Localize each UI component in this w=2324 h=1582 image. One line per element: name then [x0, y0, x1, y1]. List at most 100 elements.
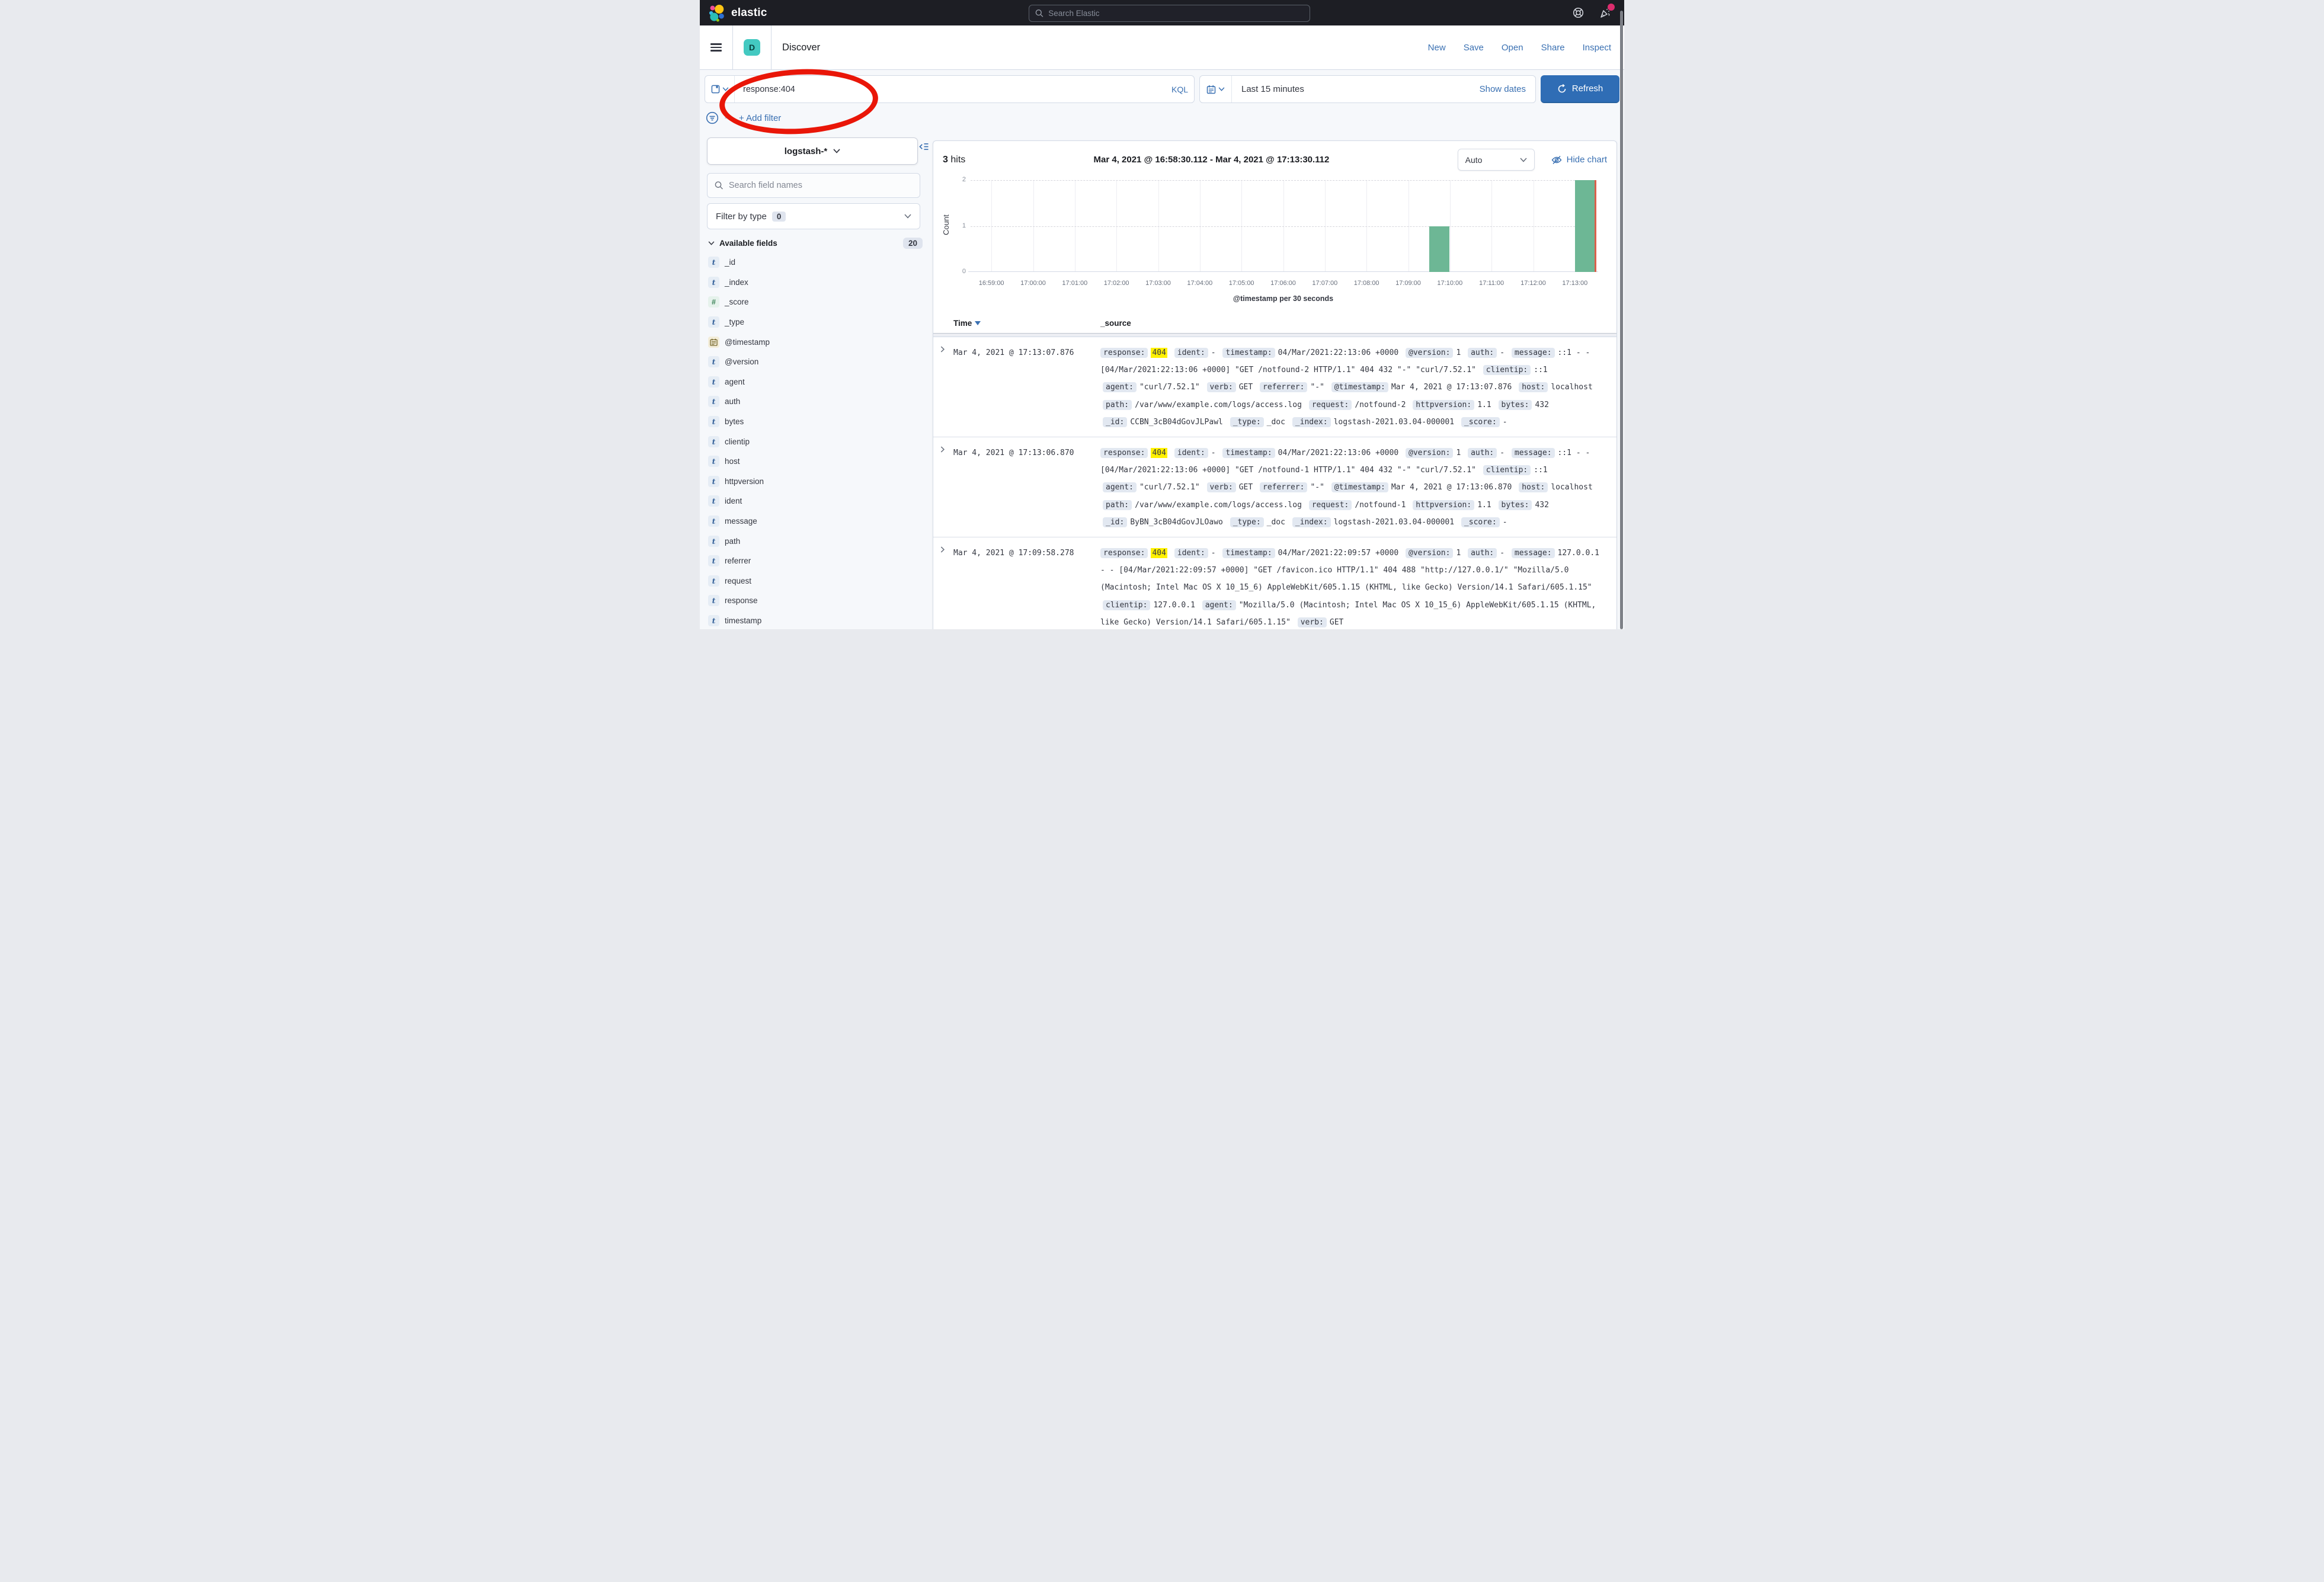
elastic-logo[interactable]: elastic [708, 4, 767, 22]
time-range-button[interactable]: Last 15 minutes [1232, 76, 1470, 103]
filter-icon[interactable] [706, 111, 719, 124]
field-item-_index[interactable]: t _index [708, 273, 931, 293]
source-column-header: _source [1100, 319, 1607, 328]
expand-row-icon[interactable] [939, 344, 953, 431]
field-item-response[interactable]: tresponse [708, 591, 931, 611]
source-field-badge: _score: [1461, 517, 1500, 527]
date-quick-menu-button[interactable] [1200, 76, 1232, 103]
field-name: timestamp [725, 616, 761, 625]
histogram-bar[interactable] [1429, 226, 1449, 273]
collapse-sidebar-icon[interactable] [919, 142, 929, 151]
saved-query-menu-button[interactable] [705, 76, 735, 103]
source-field-badge: verb: [1207, 482, 1236, 492]
histogram-plot[interactable]: 16:59:0017:00:0017:01:0017:02:0017:03:00… [971, 180, 1596, 272]
show-dates-button[interactable]: Show dates [1470, 76, 1535, 103]
scrollbar-thumb[interactable] [1620, 11, 1623, 629]
x-tick-label: 17:10:00 [1429, 280, 1471, 287]
field-item-referrer[interactable]: treferrer [708, 551, 931, 571]
field-item-_score[interactable]: #_score [708, 292, 931, 312]
global-search-input[interactable] [1048, 9, 1304, 18]
hits-count: 3 hits [943, 155, 965, 165]
source-field-badge: ident: [1174, 448, 1208, 458]
interval-select[interactable]: Auto [1458, 149, 1535, 171]
histogram-chart: Count 16:59:0017:00:0017:01:0017:02:0017… [943, 174, 1607, 309]
chevron-down-icon [722, 87, 729, 91]
open-button[interactable]: Open [1502, 43, 1523, 53]
field-search-box[interactable] [707, 173, 920, 198]
source-field-badge: agent: [1103, 482, 1137, 492]
app-badge-wrap[interactable]: D [733, 25, 772, 69]
expand-row-icon[interactable] [939, 444, 953, 531]
newsfeed-icon[interactable] [1599, 7, 1611, 19]
highlighted-value: 404 [1151, 548, 1167, 558]
source-field-badge: request: [1309, 400, 1352, 410]
refresh-button[interactable]: Refresh [1541, 75, 1619, 103]
hide-chart-button[interactable]: Hide chart [1551, 155, 1607, 165]
source-field-badge: _index: [1292, 517, 1331, 527]
x-tick-label: 17:09:00 [1388, 280, 1429, 287]
share-button[interactable]: Share [1541, 43, 1565, 53]
inspect-button[interactable]: Inspect [1583, 43, 1611, 53]
field-name: message [725, 517, 757, 526]
expand-row-icon[interactable] [939, 545, 953, 629]
x-tick-label: 17:07:00 [1304, 280, 1346, 287]
field-name: _index [725, 278, 748, 287]
doc-timestamp: Mar 4, 2021 @ 17:13:07.876 [953, 344, 1100, 431]
field-type-string-icon: t [708, 555, 719, 566]
nav-menu[interactable] [700, 25, 733, 69]
query-language-button[interactable]: KQL [1166, 76, 1194, 103]
filter-bar: + Add filter [700, 103, 1624, 126]
source-field-badge: auth: [1468, 348, 1497, 358]
histogram-bar[interactable] [1575, 180, 1595, 272]
saved-query-icon [711, 85, 720, 94]
field-search-input[interactable] [729, 181, 913, 190]
x-tick-label: 17:03:00 [1138, 280, 1179, 287]
field-item-path[interactable]: tpath [708, 531, 931, 551]
field-item-request[interactable]: trequest [708, 571, 931, 591]
available-fields-toggle[interactable]: Available fields 20 [708, 238, 923, 249]
new-button[interactable]: New [1428, 43, 1446, 53]
field-item-auth[interactable]: tauth [708, 392, 931, 412]
add-filter-button[interactable]: + Add filter [739, 113, 781, 123]
field-item-agent[interactable]: tagent [708, 372, 931, 392]
time-column-header[interactable]: Time [953, 319, 1100, 328]
source-field-badge: verb: [1207, 382, 1236, 392]
field-item-bytes[interactable]: tbytes [708, 412, 931, 432]
field-item-@timestamp[interactable]: @timestamp [708, 332, 931, 352]
field-item-_type[interactable]: t_type [708, 312, 931, 332]
field-name: @timestamp [725, 338, 770, 347]
query-input[interactable] [743, 85, 1157, 94]
source-field-badge: host: [1519, 382, 1548, 392]
field-item-clientip[interactable]: tclientip [708, 431, 931, 451]
table-row: Mar 4, 2021 @ 17:09:58.278response:404 i… [933, 537, 1616, 629]
source-field-badge: @version: [1406, 548, 1453, 558]
source-field-badge: message: [1512, 548, 1555, 558]
global-search-box[interactable] [1029, 5, 1310, 22]
doc-timestamp: Mar 4, 2021 @ 17:13:06.870 [953, 444, 1100, 531]
field-item-_id[interactable]: t_id [708, 252, 931, 273]
field-item-host[interactable]: thost [708, 451, 931, 472]
table-row: Mar 4, 2021 @ 17:13:07.876response:404 i… [933, 337, 1616, 437]
save-button[interactable]: Save [1464, 43, 1484, 53]
elastic-logo-icon [708, 4, 726, 22]
field-item-timestamp[interactable]: ttimestamp [708, 611, 931, 629]
source-field-badge: _id: [1103, 417, 1127, 427]
field-type-string-icon: t [708, 536, 719, 547]
x-tick-label: 17:13:00 [1554, 280, 1596, 287]
source-field-badge: ident: [1174, 548, 1208, 558]
x-tick-label: 17:12:00 [1513, 280, 1554, 287]
query-input-group: KQL [705, 75, 1195, 103]
field-name: ident [725, 497, 742, 505]
field-type-string-icon: t [708, 416, 719, 427]
help-icon[interactable] [1572, 7, 1584, 19]
index-pattern-selector[interactable]: logstash-* [707, 137, 918, 165]
field-item-httpversion[interactable]: thttpversion [708, 472, 931, 492]
filter-by-type-dropdown[interactable]: Filter by type 0 [707, 203, 920, 229]
x-tick-label: 17:04:00 [1179, 280, 1221, 287]
field-item-ident[interactable]: tident [708, 491, 931, 511]
field-item-@version[interactable]: t@version [708, 352, 931, 372]
field-type-string-icon: t [708, 277, 719, 288]
doc-source: response:404 ident:- timestamp:04/Mar/20… [1100, 545, 1607, 629]
field-type-string-icon: t [708, 595, 719, 606]
field-item-message[interactable]: tmessage [708, 511, 931, 531]
